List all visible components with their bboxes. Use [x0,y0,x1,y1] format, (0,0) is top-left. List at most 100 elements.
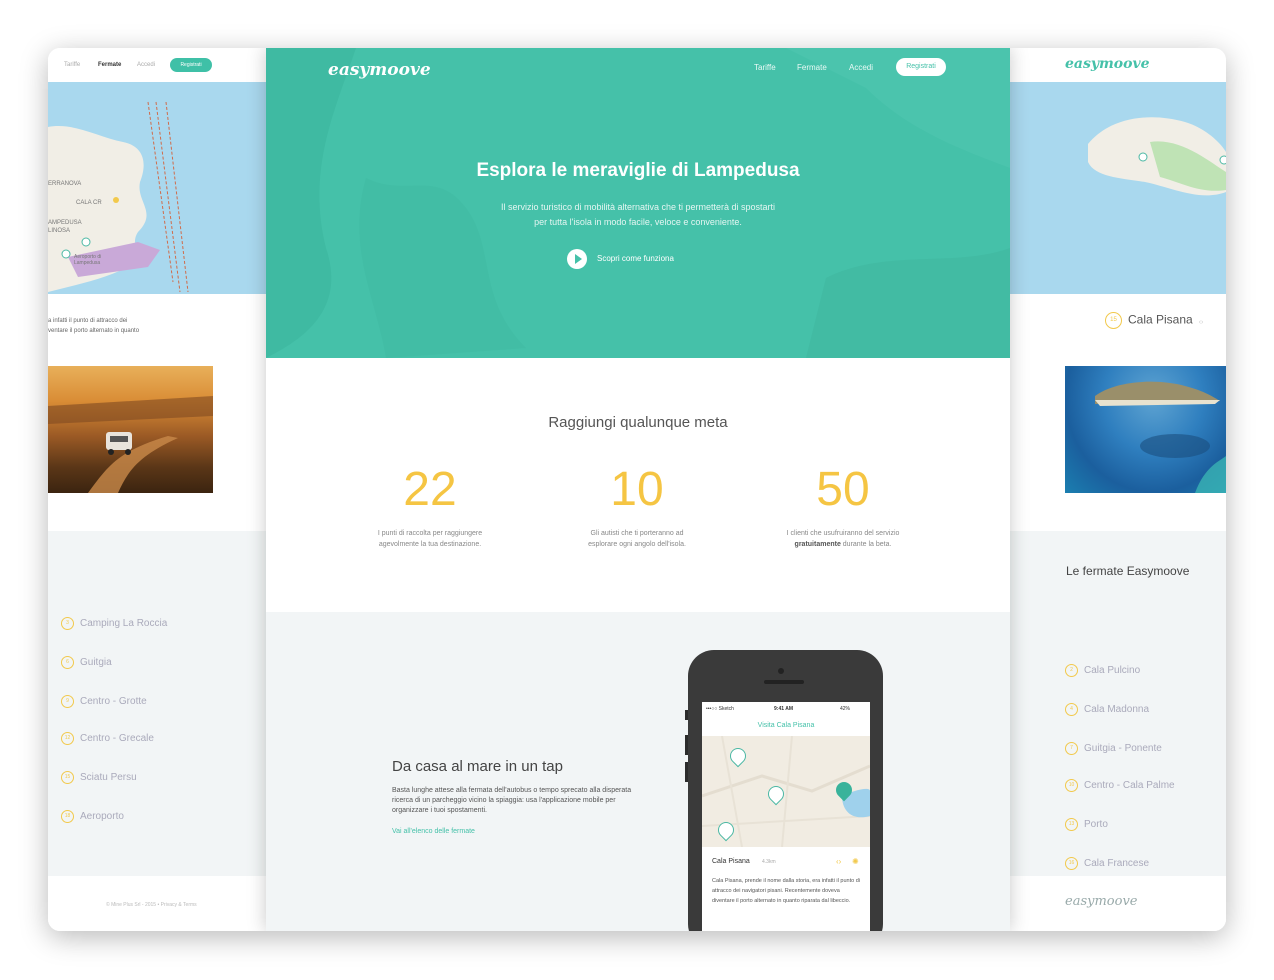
stats-title: Raggiungi qualunque meta [548,414,728,431]
stop-name: Sciatu Persu [80,772,137,784]
stat-desc-line: esplorare ogni angolo dell'isola. [588,541,686,548]
right-map[interactable] [1010,82,1226,294]
stop-number: 12 [61,732,74,745]
stop-item[interactable]: 15 Sciatu Persu [61,771,137,784]
phone-screen: •••○○ Sketch 9:41 AM 42% Visita Cala Pis… [702,702,870,931]
stop-item[interactable]: 4 Cala Madonna [1065,703,1149,716]
register-button[interactable]: Registrati [170,58,212,72]
left-navbar: Tariffe Fermate Accedi Registrati [48,48,266,82]
copyright-text: © Mine Plus Srl - 2015 • Privacy & Terms [106,902,197,908]
stat-number: 50 [816,463,870,516]
play-icon[interactable] [567,249,587,269]
left-page-preview: Tariffe Fermate Accedi Registrati ERRANO… [48,48,266,931]
hero-subtitle-line: per tutta l'isola in modo facile, veloce… [534,217,742,227]
stop-number: 9 [61,695,74,708]
phone-side-button [685,710,688,720]
phone-map[interactable] [702,736,870,847]
app-title: Da casa al mare in un tap [392,758,563,775]
right-footer: easymoove [1010,876,1226,931]
status-bar: •••○○ Sketch 9:41 AM 42% [702,704,870,714]
map-label-aeroporto: Aeroporto di Lampedusa [74,254,102,266]
stat-desc-line: gratuitamente durante la beta. [753,539,933,550]
card-title: Cala Pisana [712,858,750,865]
prev-next-icon[interactable]: ‹› [836,857,841,866]
stop-number: 4 [1065,703,1078,716]
stop-item[interactable]: 18 Aeroporto [61,810,124,823]
map-label-linosa: LINOSA [48,228,71,234]
stop-number: 16 [1065,857,1078,870]
nav-tariffe[interactable]: Tariffe [754,63,776,72]
nav-fermate[interactable]: Fermate [98,62,121,68]
carrier-text: •••○○ Sketch [706,706,734,712]
stat-desc-line: Gli autisti che ti porteranno ad [590,530,684,537]
footer-logo[interactable]: easymoove [1065,894,1137,909]
stop-item[interactable]: 13 Porto [1065,818,1108,831]
phone-side-button [685,735,688,755]
nav-accedi[interactable]: Accedi [849,63,873,72]
stop-name: Porto [1084,819,1108,831]
screen-title: Visita Cala Pisana [757,722,815,729]
next-arrow-icon[interactable]: ‹› [1199,319,1204,326]
stops-list-link[interactable]: Vai all'elenco delle fermate [392,828,475,835]
stop-name: Centro - Cala Palme [1084,780,1175,792]
stop-item[interactable]: 10 Centro - Cala Palme [1065,779,1175,792]
right-page-preview: easymoove 15 Cala Pisana ‹› Le fermate Eas… [1010,48,1226,931]
stat-description: I punti di raccolta per raggiungere agev… [340,528,520,550]
nav-accedi[interactable]: Accedi [137,62,155,68]
stat-desc-line: agevolmente la tua destinazione. [378,541,482,548]
stop-number: 7 [1065,742,1078,755]
stat-desc-line: I clienti che usufruiranno del servizio [786,530,900,537]
current-stop-number: 15 [1105,312,1122,329]
stat-description: I clienti che usufruiranno del servizio … [753,528,933,550]
hero-subtitle-line: Il servizio turistico di mobilità altern… [500,202,776,212]
stat-desc-rest: durante la beta. [840,541,892,548]
stop-list-title: Le fermate Easymoove [1066,564,1190,578]
stop-name: Cala Francese [1084,858,1150,870]
left-stop-text: a infatti il punto di attracco dei venta… [48,316,238,336]
how-it-works-link[interactable]: Scopri come funziona [597,254,674,263]
phone-speaker [764,680,804,684]
hero-section: easymoove Tariffe Fermate Accedi Registr… [266,48,1010,358]
stop-item[interactable]: 6 Guitgia [61,656,112,669]
stop-item[interactable]: 9 Centro - Grotte [61,695,147,708]
card-description: Cala Pisana, prende il nome dalla storia… [712,878,860,904]
nav-fermate[interactable]: Fermate [797,63,827,72]
stat-number: 10 [610,463,664,516]
stop-name: Guitgia - Ponente [1084,743,1162,755]
phone-side-button [685,762,688,782]
phone-mockup: •••○○ Sketch 9:41 AM 42% Visita Cala Pis… [685,650,883,931]
site-logo[interactable]: easymoove [328,60,431,80]
stop-item[interactable]: 12 Centro - Grecale [61,732,154,745]
left-footer: © Mine Plus Srl - 2015 • Privacy & Terms [48,876,266,931]
left-map[interactable]: ERRANOVA CALA CR AMPEDUSA LINOSA Aeropor… [48,82,266,294]
map-label-terranova: ERRANOVA [48,181,82,187]
stop-name: Cala Pulcino [1084,665,1141,677]
stat-description: Gli autisti che ti porteranno ad esplora… [547,528,727,550]
right-logo[interactable]: easymoove [1065,56,1150,72]
phone-camera [778,668,784,674]
stop-number: 18 [61,810,74,823]
photo-illustration [1095,381,1226,493]
stat-desc-line: I punti di raccolta per raggiungere [377,530,483,537]
stop-number: 2 [1065,664,1078,677]
app-section: Da casa al mare in un tap Basta lunghe a… [266,612,1010,931]
stop-name: Centro - Grecale [80,733,154,745]
sun-icon: ✺ [852,857,859,866]
stop-item[interactable]: 2 Cala Pulcino [1065,664,1140,677]
card-distance: 4.3km [762,859,776,865]
text-line: ventare il porto alternato in quanto [48,328,140,334]
stop-name: Camping La Roccia [80,618,168,630]
homepage-preview: easymoove Tariffe Fermate Accedi Registr… [266,48,1010,931]
stop-item[interactable]: 16 Cala Francese [1065,857,1149,870]
nav-tariffe[interactable]: Tariffe [64,62,80,68]
register-button[interactable]: Registrati [896,58,946,76]
stop-card[interactable]: Cala Pisana 4.3km ‹› ✺ Cala Pisana, pren… [702,852,870,931]
right-stop-list: Le fermate Easymoove 2 Cala Pulcino 4 Cala… [1010,531,1226,876]
stop-item[interactable]: 7 Guitgia - Ponente [1065,742,1162,755]
stop-number: 13 [1065,818,1078,831]
island-map [1088,117,1226,196]
stop-name: Cala Madonna [1084,704,1150,716]
battery-text: 42% [840,706,851,712]
stop-number: 6 [61,656,74,669]
stop-item[interactable]: 3 Camping La Roccia [61,617,167,630]
